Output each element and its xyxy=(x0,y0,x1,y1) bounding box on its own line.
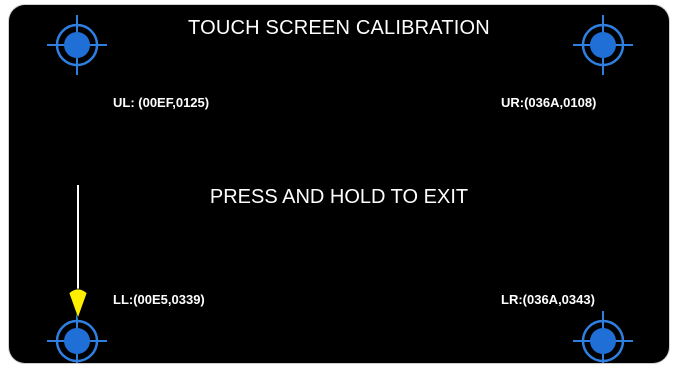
upper-left-coordinate: UL: (00EF,0125) xyxy=(113,95,210,110)
stylus-pointer-icon xyxy=(68,288,88,319)
calibration-screen[interactable]: TOUCH SCREEN CALIBRATION UL: (00EF,0125)… xyxy=(9,5,669,363)
lower-right-coordinate: LR:(036A,0343) xyxy=(501,292,595,307)
exit-instruction: PRESS AND HOLD TO EXIT xyxy=(209,186,469,208)
lower-right-crosshair-target-icon[interactable] xyxy=(573,311,633,363)
lower-left-coordinate: LL:(00E5,0339) xyxy=(113,292,205,307)
pointer-guide-line xyxy=(77,185,79,297)
upper-right-coordinate: UR:(036A,0108) xyxy=(501,95,597,110)
page-title: TOUCH SCREEN CALIBRATION xyxy=(188,17,490,39)
upper-left-crosshair-target-icon[interactable] xyxy=(47,15,107,75)
upper-right-crosshair-target-icon[interactable] xyxy=(573,15,633,75)
